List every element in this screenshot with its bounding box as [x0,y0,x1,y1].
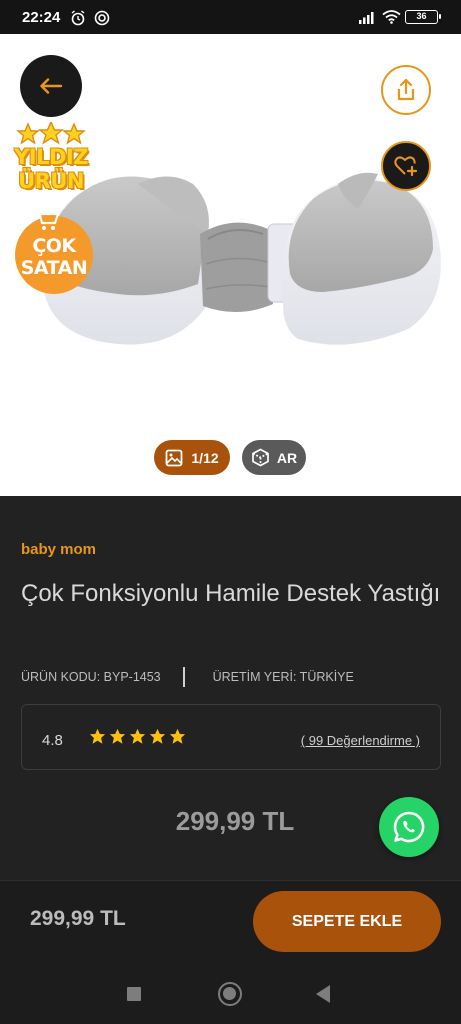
share-icon [397,78,415,101]
product-code: ÜRÜN KODU: BYP-1453 [21,670,161,684]
heart-plus-icon [394,156,418,177]
star-icon [169,728,186,744]
rating-summary[interactable]: 4.8 ( 99 Değerlendirme ) [21,704,441,770]
rating-score: 4.8 [42,732,63,749]
star-icon [109,728,126,744]
whatsapp-button[interactable] [379,797,439,857]
status-time: 22:24 [22,9,61,26]
back-button[interactable] [20,55,82,117]
system-nav-bar [0,962,461,1024]
star-icon [149,728,166,744]
product-origin: ÜRETİM YERİ: TÜRKİYE [212,670,354,684]
product-gallery[interactable]: YILDIZ ÜRÜN ÇOK SATAN 1/12 AR [0,34,461,496]
star-icon [89,728,106,744]
wifi-icon [382,10,401,24]
badge-bestseller-line2: SATAN [20,257,88,279]
cart-icon [35,209,60,230]
status-bar: 22:24 36 [0,0,461,34]
bestseller-badge: ÇOK SATAN [15,208,93,294]
badge-star-line2: ÜRÜN [18,169,84,193]
badge-star-line1: YILDIZ [14,145,88,169]
cube-icon [252,448,269,467]
bottom-price: 299,99 TL [30,907,126,930]
whatsapp-icon [393,811,425,843]
brand-link[interactable]: baby mom [21,541,96,558]
star-product-badge: YILDIZ ÜRÜN [6,122,96,202]
recent-apps-button[interactable] [127,987,141,1001]
product-title: Çok Fonksiyonlu Hamile Destek Yastığı [21,580,441,607]
sync-icon [94,10,110,26]
meta-divider [182,667,185,687]
battery-indicator: 36 [405,10,441,24]
reviews-link[interactable]: ( 99 Değerlendirme ) [301,733,420,748]
bottom-action-bar: 299,99 TL SEPETE EKLE [0,880,461,962]
badge-bestseller-line1: ÇOK [32,235,76,257]
image-icon [165,449,183,466]
image-counter-label: 1/12 [191,449,219,466]
add-to-cart-button[interactable]: SEPETE EKLE [253,891,441,952]
add-to-favorites-button[interactable] [381,141,431,191]
alarm-icon [71,10,85,26]
stars-icon [16,122,86,145]
share-button[interactable] [381,65,431,115]
ar-view-button[interactable]: AR [242,440,306,475]
home-button[interactable] [218,982,242,1006]
back-arrow-icon [40,78,63,94]
signal-icon [359,12,374,24]
system-back-button[interactable] [316,985,330,1003]
product-meta: ÜRÜN KODU: BYP-1453 ÜRETİM YERİ: TÜRKİYE [21,667,354,687]
ar-label: AR [276,449,298,466]
star-icon [129,728,146,744]
rating-stars [89,728,186,745]
image-counter-button[interactable]: 1/12 [154,440,230,475]
